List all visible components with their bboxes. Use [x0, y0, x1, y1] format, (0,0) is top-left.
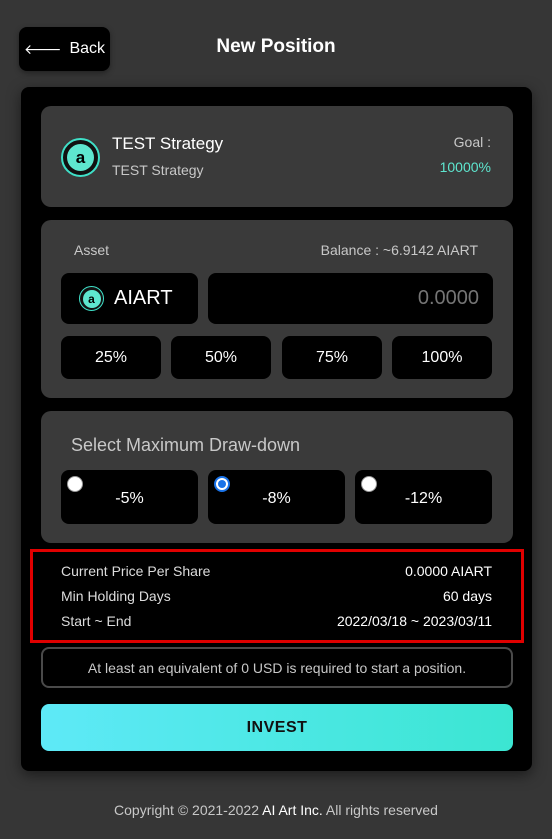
- drawdown-option-12[interactable]: -12%: [355, 470, 492, 524]
- drawdown-option-label: -5%: [115, 490, 144, 507]
- drawdown-option-label: -8%: [262, 490, 291, 507]
- percent-75-button[interactable]: 75%: [282, 336, 382, 379]
- footer-prefix: Copyright © 2021-2022: [114, 802, 263, 818]
- drawdown-title: Select Maximum Draw-down: [71, 435, 301, 455]
- percent-25-button[interactable]: 25%: [61, 336, 161, 379]
- asset-label: Asset: [74, 242, 110, 258]
- page-title: New Position: [216, 36, 336, 57]
- strategy-panel: a TEST Strategy TEST Strategy Goal : 100…: [41, 106, 513, 207]
- footer: Copyright © 2021-2022 AI Art Inc. All ri…: [0, 802, 552, 818]
- asset-panel: Asset Balance : ~6.9142 AIART a AIART 25…: [41, 220, 513, 398]
- invest-button[interactable]: INVEST: [41, 704, 513, 751]
- percent-100-button[interactable]: 100%: [392, 336, 492, 379]
- drawdown-option-5[interactable]: -5%: [61, 470, 198, 524]
- footer-suffix: All rights reserved: [322, 802, 438, 818]
- strategy-name: TEST Strategy: [112, 134, 224, 153]
- footer-brand-link[interactable]: AI Art Inc.: [262, 802, 323, 818]
- strategy-subtitle: TEST Strategy: [112, 162, 204, 178]
- drawdown-panel: Select Maximum Draw-down -5% -8% -12%: [41, 411, 513, 543]
- minimum-notice: At least an equivalent of 0 USD is requi…: [41, 647, 513, 688]
- goal-label: Goal :: [453, 134, 491, 150]
- aiart-token-icon: a: [79, 286, 104, 311]
- holding-value: 60 days: [442, 588, 492, 604]
- holding-label: Min Holding Days: [61, 588, 171, 604]
- strategy-logo-icon: a: [61, 138, 100, 177]
- percent-50-button[interactable]: 50%: [171, 336, 271, 379]
- goal-value: 10000%: [439, 159, 491, 175]
- asset-selector[interactable]: a AIART: [61, 273, 198, 324]
- price-value: 0.0000 AIART: [405, 563, 492, 579]
- period-label: Start ~ End: [61, 613, 132, 629]
- drawdown-option-8[interactable]: -8%: [208, 470, 345, 524]
- asset-token-name: AIART: [114, 287, 173, 309]
- balance-text: Balance : ~6.9142 AIART: [320, 242, 478, 258]
- position-info-box: Current Price Per Share 0.0000 AIART Min…: [30, 549, 524, 643]
- drawdown-option-label: -12%: [404, 490, 443, 507]
- amount-input[interactable]: [208, 273, 493, 324]
- period-value: 2022/03/18 ~ 2023/03/11: [336, 613, 492, 629]
- price-label: Current Price Per Share: [61, 563, 211, 579]
